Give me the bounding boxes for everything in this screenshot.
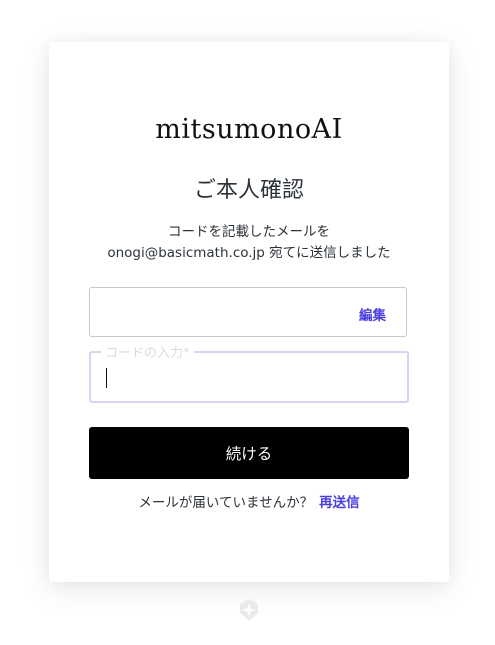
resend-link[interactable]: 再送信 (319, 495, 360, 511)
continue-button[interactable]: 続ける (89, 427, 409, 479)
code-field-label: コードの入力* (101, 342, 194, 361)
brand-logo: mitsumonoAI (155, 114, 343, 145)
description-line-2: onogi@basicmath.co.jp 宛てに送信しました (107, 245, 391, 261)
text-caret (106, 368, 107, 388)
description-line-1: コードを記載したメールを (168, 224, 330, 240)
email-display-box: 編集 (89, 287, 407, 337)
edit-email-link[interactable]: 編集 (359, 304, 386, 324)
verification-description: コードを記載したメールを onogi@basicmath.co.jp 宛てに送信… (49, 222, 449, 264)
resend-prompt: メールが届いていませんか？ (138, 495, 314, 511)
resend-row: メールが届いていませんか？ 再送信 (49, 491, 449, 511)
shield-logo-icon (240, 599, 258, 621)
page-title: ご本人確認 (193, 178, 304, 203)
verification-card: mitsumonoAI ご本人確認 コードを記載したメールを onogi@bas… (49, 42, 449, 582)
code-field[interactable]: コードの入力* (89, 342, 409, 403)
code-input[interactable] (105, 365, 385, 389)
